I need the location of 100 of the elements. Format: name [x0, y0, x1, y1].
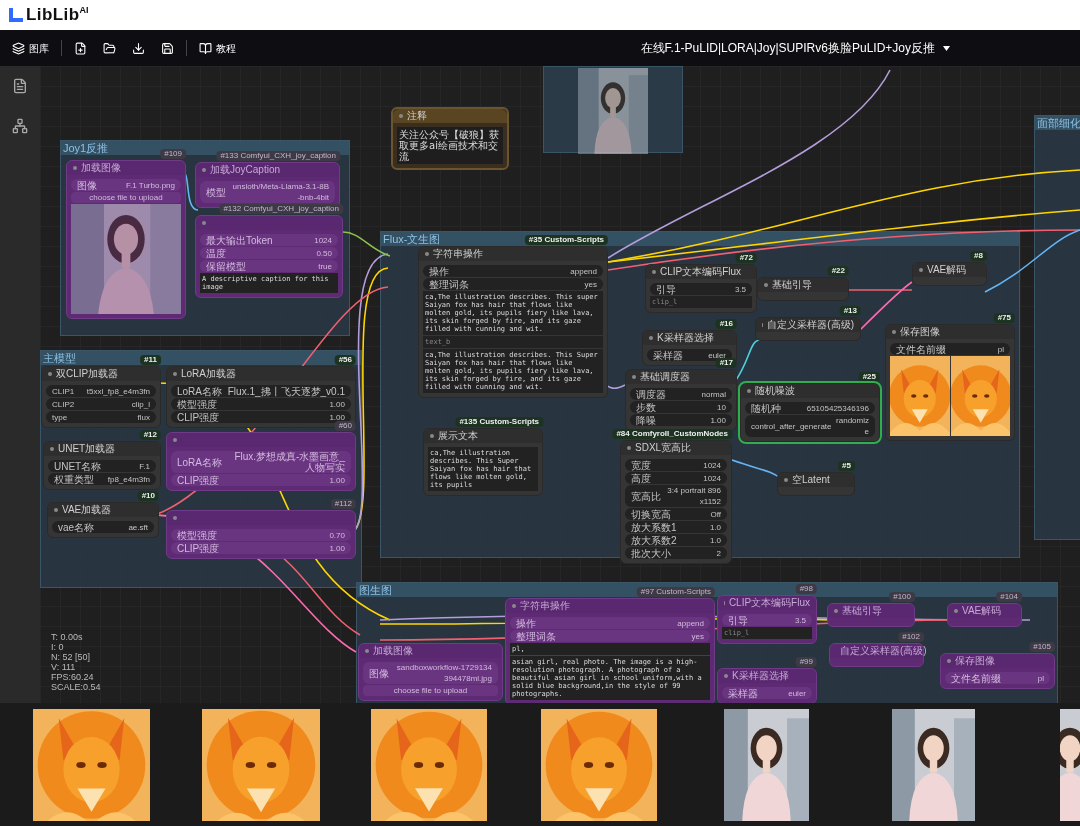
- node-badge: #75: [993, 313, 1015, 323]
- node-widget[interactable]: CLIP强度 1.00: [171, 474, 351, 486]
- logo-text: LibLib: [26, 4, 80, 27]
- graph-node[interactable]: 双CLIP加载器 CLIP1 t5xxl_fp8_e4m3fn CLIP2 clip_l type flux: [41, 366, 161, 428]
- graph-node[interactable]: LoRA名称 Flux.梦想成真-水墨画意_人物写实 CLIP强度 1.00: [166, 432, 356, 491]
- save-icon[interactable]: [161, 41, 174, 55]
- upload-button[interactable]: choose file to upload: [71, 192, 181, 203]
- node-widget[interactable]: 保留模型 true: [200, 260, 338, 272]
- library-button[interactable]: 图库: [12, 40, 49, 56]
- graph-node[interactable]: UNET加载器 UNET名称 F.1 权重类型 fp8_e4m3fn: [43, 441, 161, 490]
- stats-text: N: 52 [50]: [51, 652, 92, 662]
- node-widget[interactable]: 模型强度 0.70: [171, 529, 351, 541]
- graph-node[interactable]: VAE解码: [912, 262, 987, 286]
- node-widget[interactable]: 放大系数2 1.0: [625, 534, 727, 546]
- node-widget[interactable]: 操作 append: [423, 265, 603, 277]
- node-widget[interactable]: 调度器 normal: [630, 388, 732, 400]
- node-widget[interactable]: 放大系数1 1.0: [625, 521, 727, 533]
- node-widget[interactable]: 高度 1024: [625, 472, 727, 484]
- node-widget[interactable]: 切换宽高 Off: [625, 508, 727, 520]
- upload-button[interactable]: choose file to upload: [363, 685, 498, 696]
- node-title: K采样器选择: [657, 333, 714, 343]
- node-widget[interactable]: 操作 append: [510, 617, 710, 629]
- node-widget[interactable]: vae名称 ae.sft: [52, 521, 154, 533]
- node-widget[interactable]: LoRA名称 Flux.1_拂丨飞天逐梦_v0.1: [171, 385, 351, 397]
- graph-node[interactable]: VAE加载器 vae名称 ae.sft: [47, 502, 159, 538]
- graph-node[interactable]: 基础引导: [757, 277, 849, 301]
- node-widget[interactable]: CLIP1 t5xxl_fp8_e4m3fn: [46, 385, 156, 397]
- graph-node[interactable]: K采样器选择 采样器 euler: [717, 668, 817, 703]
- workflow-title-dropdown[interactable]: 在线F.1-PuLID|LORA|Joy|SUPIRv6换脸PuLID+Joy反推: [640, 39, 950, 57]
- node-widget[interactable]: 随机种 65105425346196: [745, 402, 875, 414]
- node-widget[interactable]: 采样器 euler: [722, 687, 812, 699]
- node-widget[interactable]: 最大输出Token 1024: [200, 234, 338, 246]
- node-widget[interactable]: 温度 0.50: [200, 247, 338, 259]
- node-widget[interactable]: 引导 3.5: [722, 614, 812, 626]
- graph-node[interactable]: 基础引导: [827, 603, 915, 627]
- download-icon[interactable]: [132, 41, 145, 55]
- node-widget[interactable]: 采样器 euler: [647, 349, 732, 361]
- node-title: 加载JoyCaption: [210, 165, 281, 175]
- node-title: 加载图像: [81, 163, 121, 173]
- node-widget[interactable]: 宽度 1024: [625, 459, 727, 471]
- node-widget[interactable]: CLIP强度 1.00: [171, 411, 351, 423]
- node-widget[interactable]: LoRA名称 Flux.梦想成真-水墨画意_人物写实: [171, 451, 351, 473]
- tutorial-button[interactable]: 教程: [199, 40, 236, 56]
- graph-node[interactable]: 保存图像 文件名前缀 pl: [940, 653, 1055, 689]
- graph-node[interactable]: 保存图像 文件名前缀 pl: [885, 324, 1015, 441]
- graph-node[interactable]: 模型强度 0.70 CLIP强度 1.00: [166, 510, 356, 559]
- node-title: SDXL宽高比: [635, 443, 692, 453]
- graph-node[interactable]: 自定义采样器(高级): [829, 643, 924, 667]
- node-widget[interactable]: CLIP2 clip_l: [46, 398, 156, 410]
- group-title[interactable]: 图生图: [359, 584, 392, 596]
- stats-text: V: 111: [51, 662, 77, 672]
- group-title[interactable]: Joy1反推: [63, 142, 109, 154]
- node-widget[interactable]: 整理词条 yes: [510, 630, 710, 642]
- node-title: 展示文本: [438, 431, 478, 441]
- node-title: 空Latent: [792, 475, 830, 485]
- node-widget[interactable]: 引导 3.5: [650, 283, 752, 295]
- stats-text: I: 0: [51, 642, 65, 652]
- node-badge: #22: [827, 266, 849, 276]
- node-badge: #10: [137, 491, 159, 501]
- node-widget[interactable]: 文件名前缀 pl: [945, 672, 1050, 684]
- new-file-icon[interactable]: [74, 41, 87, 55]
- graph-node[interactable]: [505, 598, 715, 703]
- graph-node[interactable]: [418, 246, 608, 398]
- note-card[interactable]: 注释 关注公众号【破狼】获取更多ai绘画技术和交流: [391, 107, 509, 170]
- node-widget[interactable]: CLIP强度 1.00: [171, 542, 351, 554]
- node-badge: #12: [139, 430, 161, 440]
- node-title: 随机噪波: [755, 386, 795, 396]
- node-widget[interactable]: 批次大小 2: [625, 547, 727, 559]
- node-title: 加载图像: [373, 646, 413, 656]
- hierarchy-icon[interactable]: [12, 118, 28, 134]
- group-title[interactable]: Flux-文生图: [383, 233, 441, 245]
- node-title: 字符串操作: [520, 601, 570, 611]
- graph-node[interactable]: 空Latent: [777, 472, 855, 496]
- graph-node[interactable]: 自定义采样器(高级): [755, 317, 861, 341]
- node-badge: #84 ComfyroII_CustomNodes: [612, 429, 732, 439]
- node-widget[interactable]: 文件名前缀 pl: [890, 343, 1010, 355]
- node-widget[interactable]: 图像 F.1 Turbo.png: [71, 179, 181, 191]
- node-widget[interactable]: 模型强度 1.00: [171, 398, 351, 410]
- graph-node[interactable]: 基础调度器 调度器 normal 步数 10 降噪 1.00: [625, 369, 737, 431]
- node-badge: #109: [160, 149, 186, 159]
- graph-node[interactable]: VAE解码: [947, 603, 1022, 627]
- node-badge: #13: [839, 306, 861, 316]
- node-title: VAE解码: [962, 606, 1002, 616]
- text-area[interactable]: 关注公众号【破狼】获取更多ai绘画技术和交流: [397, 127, 503, 164]
- node-widget[interactable]: 权重类型 fp8_e4m3fn: [48, 473, 156, 485]
- node-widget[interactable]: UNET名称 F.1: [48, 460, 156, 472]
- group-title[interactable]: 主模型: [43, 352, 76, 364]
- node-widget[interactable]: type flux: [46, 411, 156, 423]
- node-badge: #97 Custom-Scripts: [636, 587, 715, 597]
- node-widget[interactable]: 降噪 1.00: [630, 414, 732, 426]
- group-title[interactable]: 面部细化: [1037, 117, 1080, 129]
- node-widget[interactable]: 步数 10: [630, 401, 732, 413]
- caret-icon: [943, 45, 950, 51]
- document-icon[interactable]: [12, 78, 28, 94]
- node-widget[interactable]: 模型 unsloth/Meta-Llama-3.1-8B-bnb-4bit: [200, 181, 335, 203]
- folder-icon[interactable]: [103, 41, 116, 55]
- node-widget[interactable]: 整理词条 yes: [423, 278, 603, 290]
- node-badge: #102: [898, 632, 924, 642]
- node-badge: #132 Comfyui_CXH_joy_caption: [219, 204, 343, 214]
- graph-node[interactable]: 加载图像 图像 F.1 Turbo.png choose file to upload: [66, 160, 186, 319]
